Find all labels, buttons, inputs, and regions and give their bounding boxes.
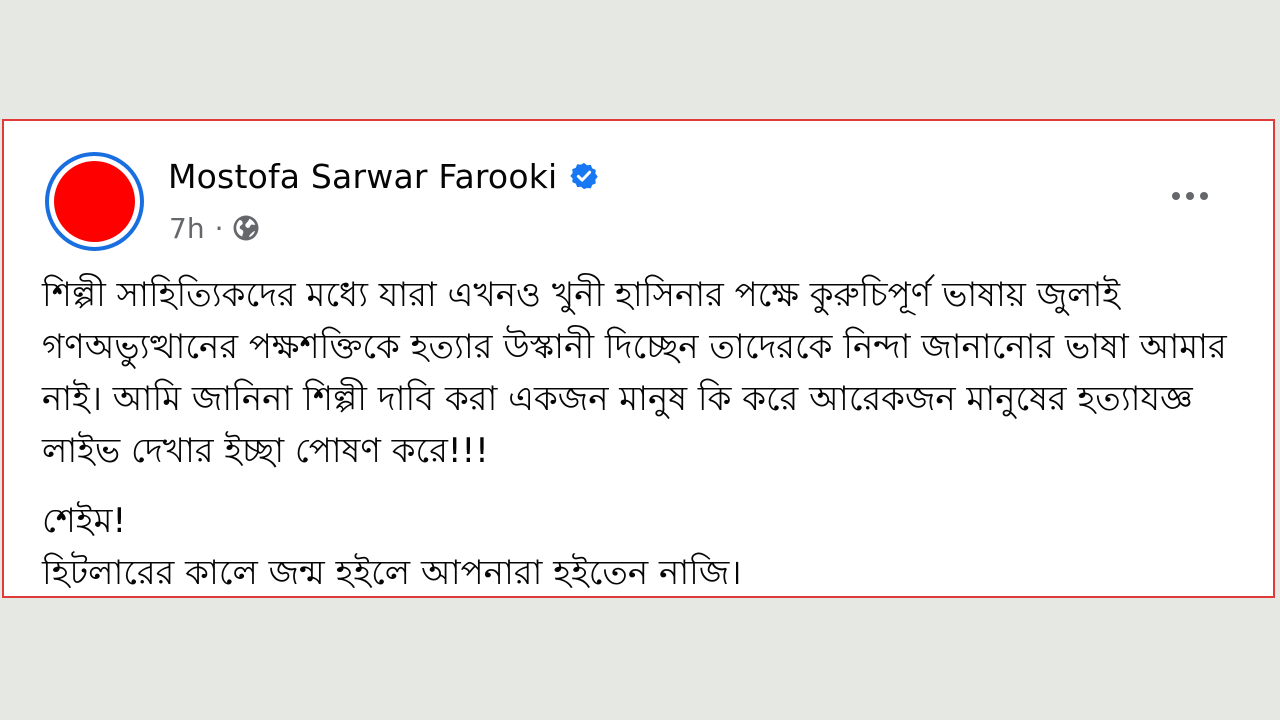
verified-badge-icon <box>569 161 599 191</box>
post-meta: 7h · <box>169 208 261 248</box>
post-header: Mostofa Sarwar Farooki <box>168 154 599 198</box>
post-paragraph: শেইম! হিটলারের কালে জন্ম হইলে আপনারা হইত… <box>42 501 742 593</box>
post-card: Mostofa Sarwar Farooki 7h · শিল্পী সাহিত… <box>2 119 1275 598</box>
avatar[interactable] <box>45 152 144 251</box>
globe-icon[interactable] <box>231 213 261 243</box>
author-name[interactable]: Mostofa Sarwar Farooki <box>168 157 557 196</box>
post-timestamp[interactable]: 7h <box>169 212 205 245</box>
more-options-button[interactable] <box>1165 179 1215 213</box>
post-paragraph: শিল্পী সাহিত্যিকদের মধ্যে যারা এখনও খুনী… <box>42 275 1227 471</box>
avatar-image <box>54 161 135 242</box>
more-options-icon <box>1172 192 1208 200</box>
post-text: শিল্পী সাহিত্যিকদের মধ্যে যারা এখনও খুনী… <box>42 269 1257 599</box>
meta-separator: · <box>214 211 224 245</box>
